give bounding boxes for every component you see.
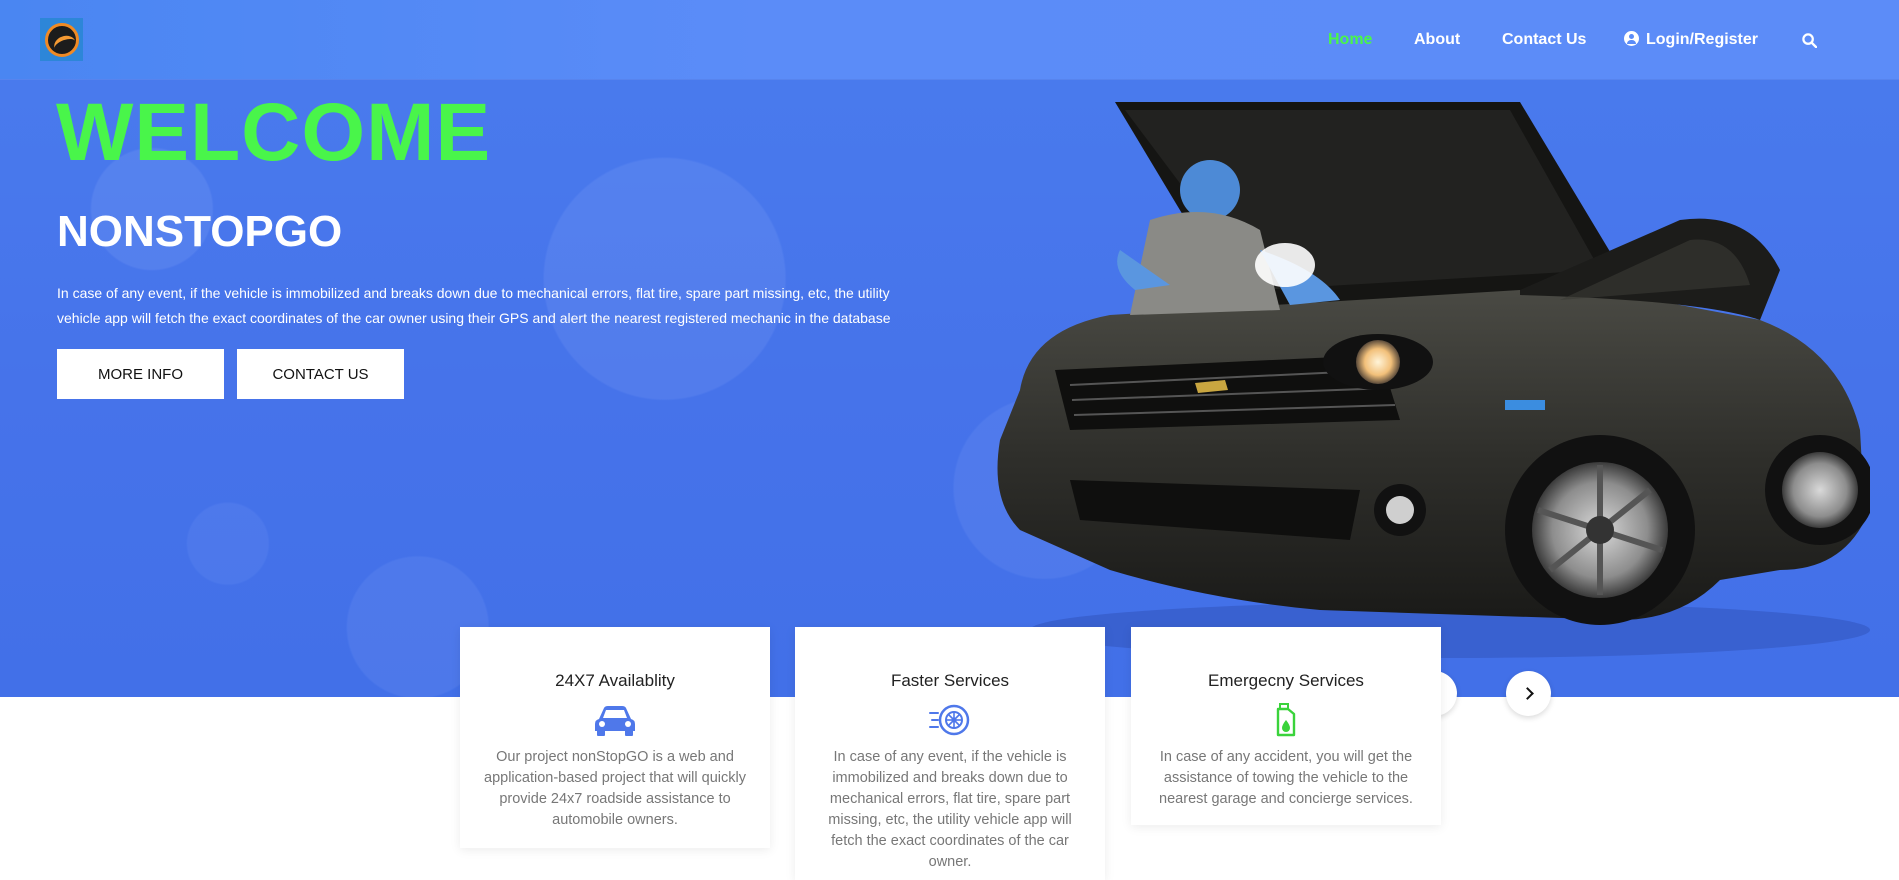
chevron-right-icon <box>1520 687 1534 700</box>
logo[interactable] <box>40 18 83 61</box>
service-title: Faster Services <box>890 671 1010 690</box>
service-card-emergency: Emergecny Services In case of any accide… <box>1131 627 1441 825</box>
slider-next-button[interactable] <box>1506 671 1551 716</box>
hero-section: WELCOME NONSTOPGO In case of any event, … <box>0 0 1899 697</box>
top-navbar: Home About Contact Us Login/Register <box>0 0 1899 79</box>
service-title: 24X7 Availablity <box>555 671 675 690</box>
fuel-can-icon <box>1276 703 1296 737</box>
nav-about[interactable]: About <box>1414 31 1460 49</box>
brand-heading: NONSTOPGO <box>57 207 343 256</box>
service-title: Emergecny Services <box>1208 671 1364 690</box>
nav-login-register[interactable]: Login/Register <box>1624 31 1758 49</box>
nav-contact-us[interactable]: Contact Us <box>1502 31 1586 49</box>
service-card-availability: 24X7 Availablity Our project nonStopGO i… <box>460 627 770 848</box>
service-text: In case of any event, if the vehicle is … <box>828 749 1072 870</box>
service-text: Our project nonStopGO is a web and appli… <box>484 749 746 828</box>
nav-login-label: Login/Register <box>1646 31 1759 48</box>
search-icon[interactable] <box>1802 33 1817 48</box>
service-text: In case of any accident, you will get th… <box>1159 749 1413 807</box>
car-icon <box>595 706 635 736</box>
user-circle-icon <box>1624 31 1639 46</box>
welcome-heading: WELCOME <box>56 87 492 178</box>
more-info-button[interactable]: MORE INFO <box>57 349 224 399</box>
contact-us-button[interactable]: CONTACT US <box>237 349 404 399</box>
hero-description: In case of any event, if the vehicle is … <box>57 285 891 326</box>
car-mechanic-image <box>997 102 1870 658</box>
service-card-faster: Faster Services In case of any event, if… <box>795 627 1105 880</box>
logo-icon <box>44 22 79 57</box>
tyre-speed-icon <box>929 704 970 736</box>
nav-home[interactable]: Home <box>1328 31 1372 49</box>
